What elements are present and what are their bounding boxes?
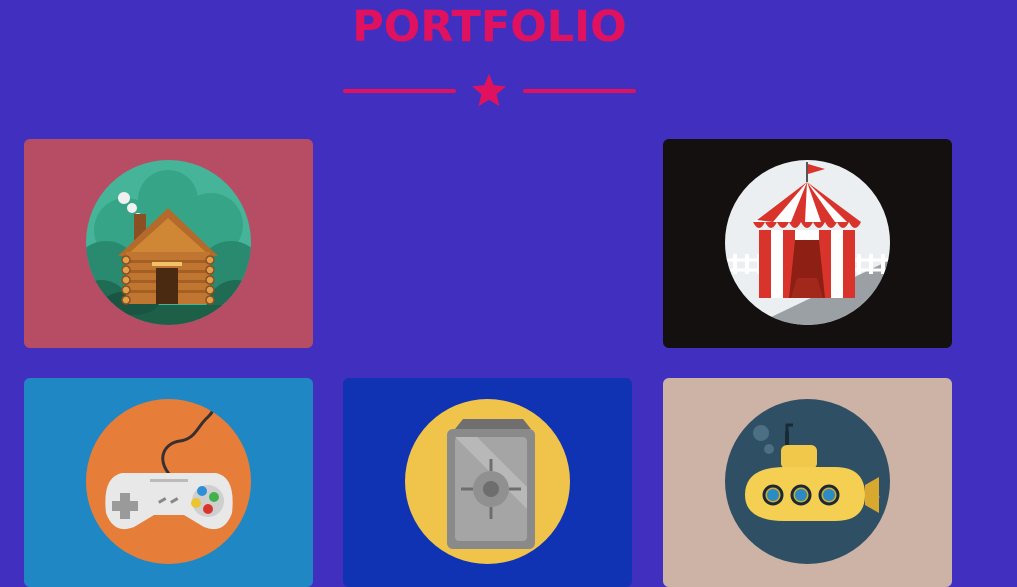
page-title: PORTFOLIO [352,2,627,52]
divider-line-right [523,89,636,93]
log-cabin-icon [86,160,251,325]
portfolio-item-game[interactable] [24,378,313,587]
title-divider [343,72,636,112]
game-controller-icon [86,399,251,564]
submarine-icon [725,399,890,564]
portfolio-item-submarine[interactable] [663,378,952,587]
portfolio-item-cabin[interactable] [24,139,313,348]
divider-line-left [343,89,456,93]
circus-tent-icon [725,160,890,325]
safe-icon [405,399,570,564]
portfolio-item-safe[interactable] [343,378,632,587]
portfolio-item-circus[interactable] [663,139,952,348]
star-icon [472,74,506,107]
